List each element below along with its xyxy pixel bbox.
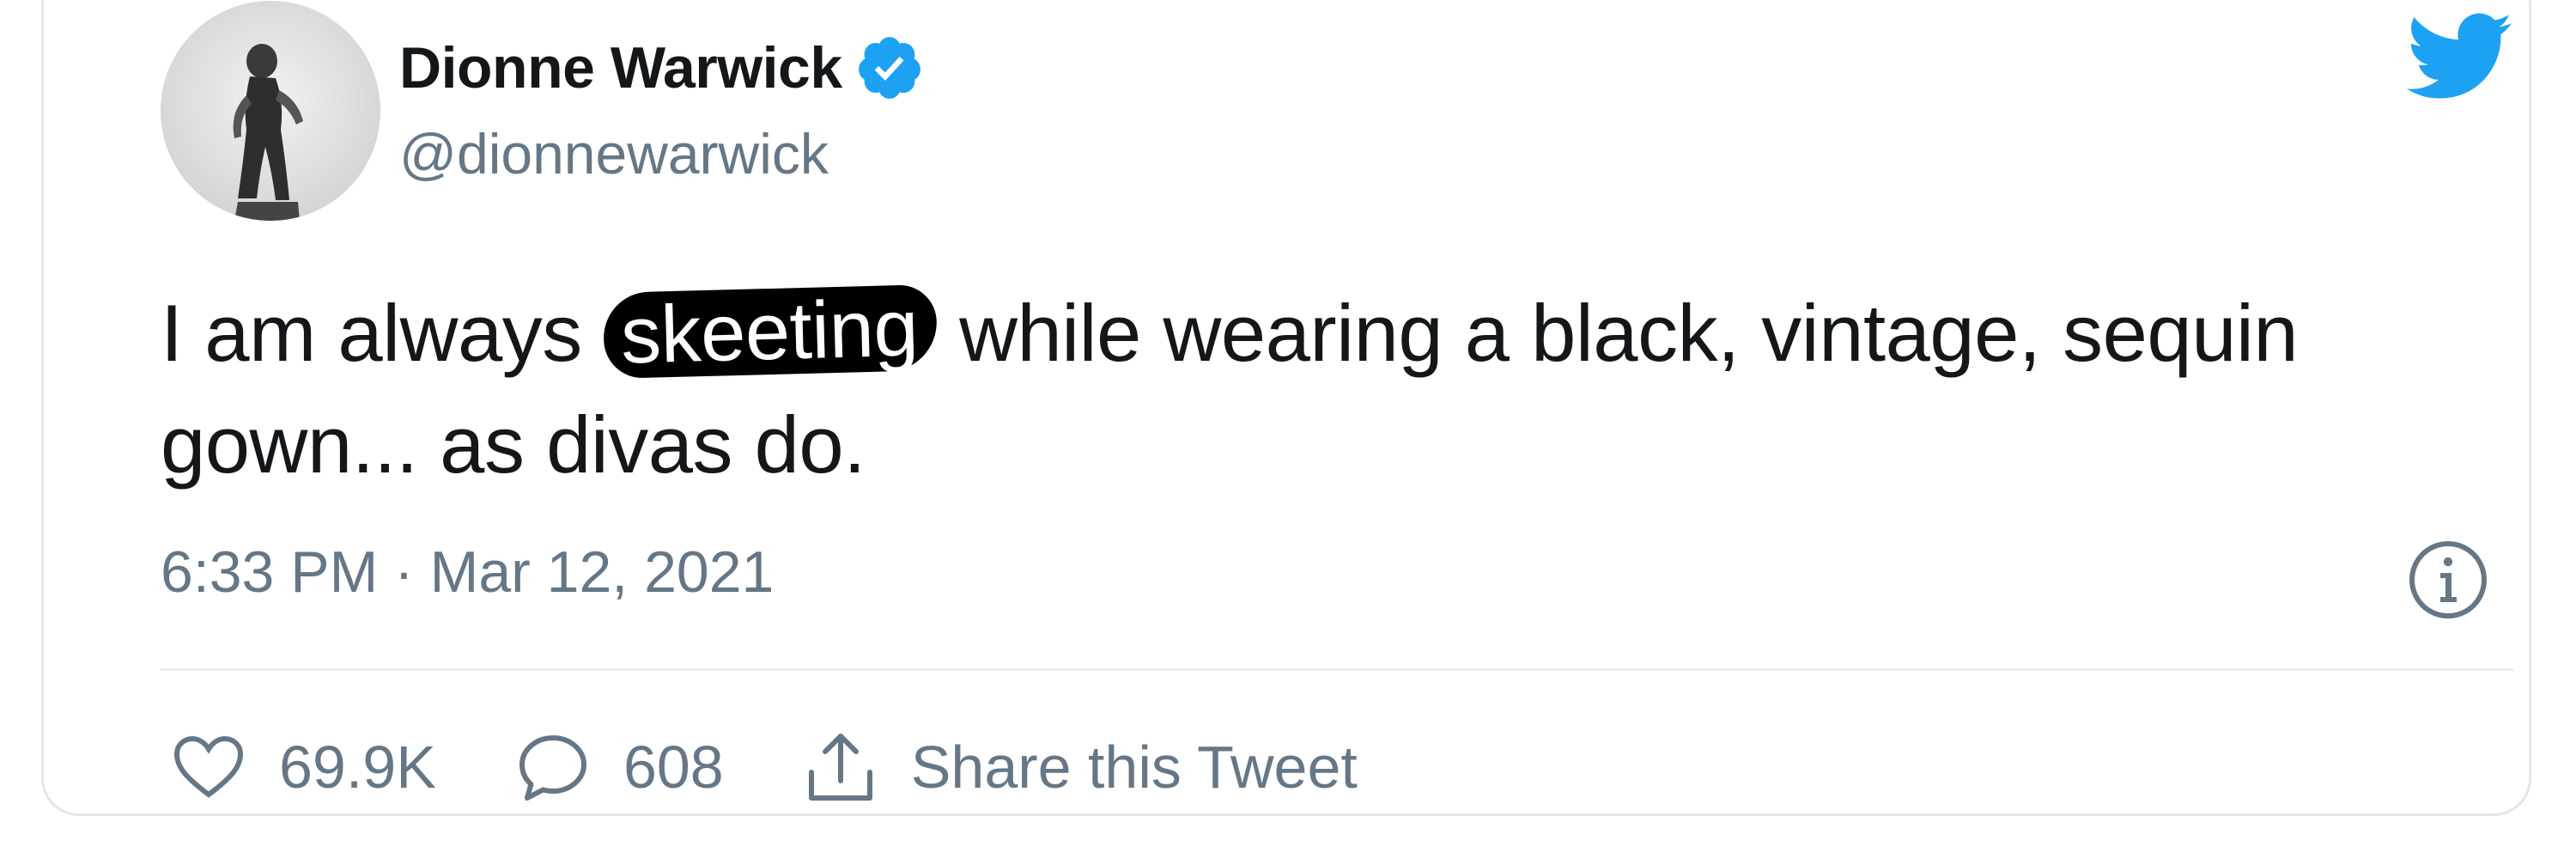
share-label: Share this Tweet bbox=[910, 734, 1358, 801]
author-name-row[interactable]: Dionne Warwick bbox=[399, 27, 925, 109]
twitter-bird-icon[interactable] bbox=[2407, 13, 2513, 102]
tweet-card: Dionne Warwick @dionnewarwick I am alway… bbox=[41, 0, 2531, 816]
action-bar: 69.9K 608 Share this Tweet bbox=[173, 724, 1438, 810]
share-icon bbox=[808, 734, 872, 801]
tweet-text: I am always skeeting while wearing a bla… bbox=[161, 277, 2513, 501]
avatar[interactable] bbox=[161, 1, 380, 221]
author-handle[interactable]: @dionnewarwick bbox=[399, 121, 829, 186]
heart-icon bbox=[173, 735, 244, 798]
redacted-word: skeeting bbox=[603, 283, 939, 381]
verified-badge-icon bbox=[858, 37, 920, 99]
avatar-photo-icon bbox=[161, 1, 380, 221]
info-icon[interactable] bbox=[2407, 539, 2489, 621]
tweet-timestamp[interactable]: 6:33 PM · Mar 12, 2021 bbox=[161, 539, 774, 606]
reply-count: 608 bbox=[623, 734, 724, 801]
divider bbox=[161, 668, 2513, 671]
share-button[interactable]: Share this Tweet bbox=[805, 729, 1358, 805]
author-display-name[interactable]: Dionne Warwick bbox=[399, 34, 842, 101]
page: Dionne Warwick @dionnewarwick I am alway… bbox=[0, 0, 2576, 859]
like-button[interactable]: 69.9K bbox=[173, 733, 436, 801]
reply-button[interactable]: 608 bbox=[517, 733, 724, 801]
reply-bubble-icon bbox=[519, 735, 586, 801]
like-count: 69.9K bbox=[279, 734, 436, 801]
tweet-text-before: I am always bbox=[161, 288, 605, 378]
